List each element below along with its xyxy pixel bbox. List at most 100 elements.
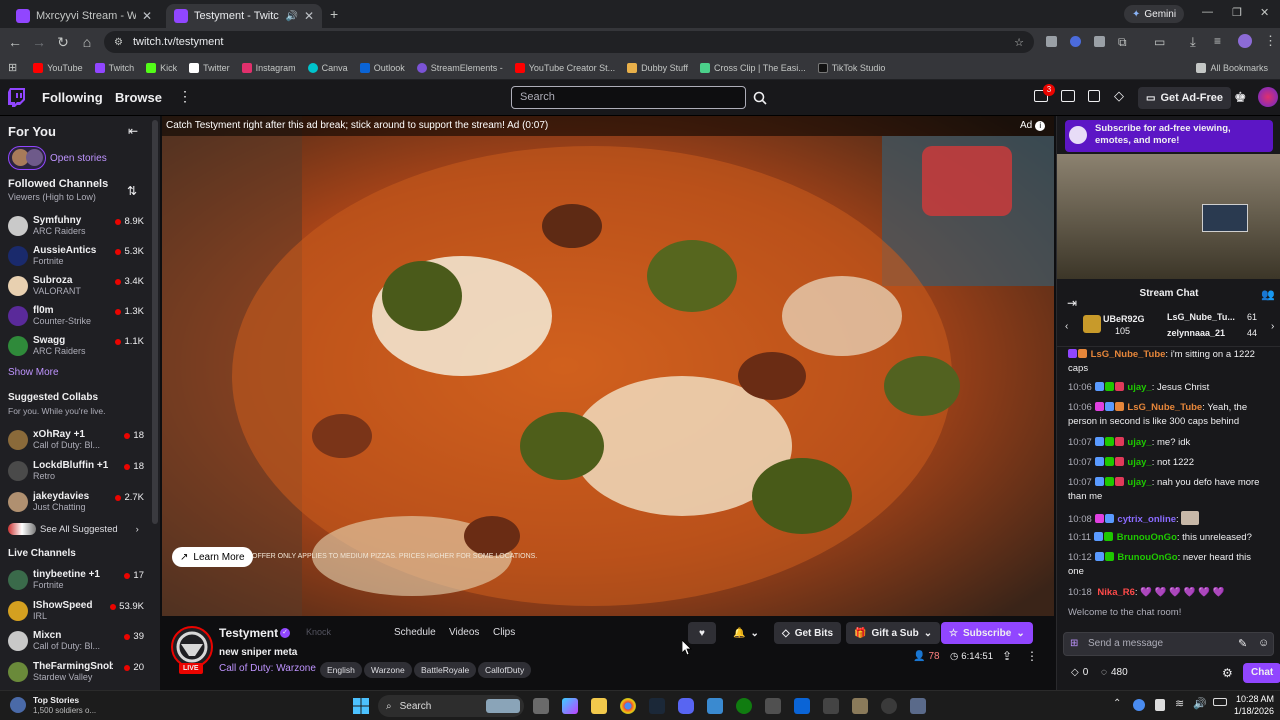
bits-cheer-icon[interactable]: ✎ <box>1238 637 1247 650</box>
browser-tab[interactable]: Mxrcyyvi Stream - Watch Li ✕ <box>8 4 160 28</box>
bookmark-streamelements[interactable]: StreamElements - <box>411 62 509 73</box>
channel-item[interactable]: tinybeetine +1 Fortnite 17 <box>0 566 150 596</box>
sidebar-scrollbar[interactable] <box>152 120 158 524</box>
battery-icon[interactable] <box>1213 698 1227 706</box>
channel-item[interactable]: Symfuhny ARC Raiders 8.9K <box>0 212 150 242</box>
bookmark-youtube[interactable]: YouTube <box>27 62 88 73</box>
bookmark-instagram[interactable]: Instagram <box>236 62 302 73</box>
apps-grid-icon[interactable]: ⊞ <box>8 61 17 74</box>
bookmark-youtube-creator[interactable]: YouTube Creator St... <box>509 62 621 73</box>
bookmark-outlook[interactable]: Outlook <box>354 62 411 73</box>
bookmark-tiktok[interactable]: TikTok Studio <box>812 62 892 73</box>
bookmark-twitter[interactable]: Twitter <box>183 62 236 73</box>
outlook-icon[interactable] <box>794 698 810 714</box>
tray-icon[interactable] <box>1155 699 1165 711</box>
tab-schedule[interactable]: Schedule <box>394 627 436 638</box>
browser-menu-icon[interactable]: ⋮ <box>1264 33 1277 49</box>
tag[interactable]: CallofDuty <box>478 662 532 678</box>
tag[interactable]: English <box>320 662 362 678</box>
follow-heart-button[interactable]: ♥ <box>688 622 716 644</box>
tab-videos[interactable]: Videos <box>449 627 479 638</box>
bookmark-kick[interactable]: Kick <box>140 62 183 73</box>
inbox-icon[interactable] <box>1061 90 1075 102</box>
chrome-icon[interactable] <box>620 698 636 714</box>
search-button[interactable] <box>748 86 772 109</box>
app-icon[interactable] <box>823 698 839 714</box>
tab-clips[interactable]: Clips <box>493 627 515 638</box>
wifi-icon[interactable]: ≋ <box>1175 697 1184 710</box>
browser-tab-active[interactable]: Testyment - Twitch 🔊 ✕ <box>166 4 322 28</box>
news-title[interactable]: Top Stories <box>33 695 79 705</box>
knock-button[interactable]: Knock <box>306 627 331 637</box>
extensions-puzzle-icon[interactable]: ⧉ <box>1118 35 1127 50</box>
channel-item[interactable]: Subroza VALORANT 3.4K <box>0 272 150 302</box>
bookmark-dubby[interactable]: Dubby Stuff <box>621 62 694 73</box>
more-menu-icon[interactable]: ⋮ <box>178 88 192 105</box>
video-player[interactable]: Catch Testyment right after this ad brea… <box>162 116 1054 616</box>
discord-icon[interactable] <box>678 698 694 714</box>
notifications-button[interactable]: 🔔 ⌄ <box>728 622 764 644</box>
xbox-icon[interactable] <box>736 698 752 714</box>
search-input[interactable]: Search <box>511 86 746 109</box>
media-control-icon[interactable]: ≡ <box>1214 34 1221 48</box>
channel-item[interactable]: fl0m Counter-Strike 1.3K <box>0 302 150 332</box>
close-window-icon[interactable]: ✕ <box>1260 6 1269 19</box>
chevron-up-icon[interactable]: ⌃ <box>1113 698 1121 709</box>
chat-send-button[interactable]: Chat <box>1243 663 1280 683</box>
more-options-icon[interactable]: ⋮ <box>1026 649 1038 663</box>
share-icon[interactable]: ⇪ <box>1002 649 1012 663</box>
chat-input[interactable]: ⊞ Send a message ✎ ☺ <box>1063 632 1274 656</box>
channel-item[interactable]: TheFarmingSnob Stardew Valley 20 <box>0 658 150 688</box>
open-stories-link[interactable]: Open stories <box>50 153 107 164</box>
get-ad-free-button[interactable]: ▭ Get Ad-Free <box>1138 87 1231 109</box>
bookmark-twitch[interactable]: Twitch <box>89 62 141 73</box>
file-explorer-icon[interactable] <box>591 698 607 714</box>
news-widget-icon[interactable] <box>10 697 26 713</box>
crown-icon[interactable]: ♚ <box>1234 89 1247 106</box>
volume-icon[interactable]: 🔊 <box>1193 697 1207 710</box>
get-bits-button[interactable]: ◇ Get Bits <box>774 622 842 644</box>
close-tab-icon[interactable]: ✕ <box>142 9 152 23</box>
gift-sub-button[interactable]: 🎁 Gift a Sub ⌄ <box>846 622 941 644</box>
taskbar-search[interactable]: ⌕ Search <box>378 695 524 717</box>
download-icon[interactable]: ⤓ <box>1190 34 1196 50</box>
community-icon[interactable]: 👥 <box>1261 288 1275 301</box>
bits-balance[interactable]: ◇ 0 <box>1071 667 1088 678</box>
all-bookmarks[interactable]: All Bookmarks <box>1190 62 1274 73</box>
minimize-icon[interactable]: — <box>1202 6 1213 18</box>
back-icon[interactable]: ← <box>7 34 23 50</box>
app-icon[interactable] <box>852 698 868 714</box>
forward-icon[interactable]: → <box>31 34 47 50</box>
chat-settings-icon[interactable]: ⚙ <box>1222 666 1233 680</box>
close-tab-icon[interactable]: ✕ <box>304 9 314 23</box>
task-view-icon[interactable] <box>533 698 549 714</box>
home-icon[interactable]: ⌂ <box>79 34 95 50</box>
whispers-icon[interactable] <box>1088 90 1100 102</box>
channel-item[interactable]: xOhRay +1 Call of Duty: Bl... 18 <box>0 426 150 456</box>
url-input[interactable]: ⚙ twitch.tv/testyment ☆ <box>104 31 1034 53</box>
extension-icon[interactable] <box>1070 36 1081 47</box>
maximize-icon[interactable]: ❐ <box>1232 6 1242 19</box>
learn-more-button[interactable]: ↗ Learn More <box>172 547 253 567</box>
stream-preview[interactable] <box>1057 154 1280 279</box>
store-icon[interactable] <box>765 698 781 714</box>
extension-icon[interactable] <box>1046 36 1057 47</box>
tag[interactable]: BattleRoyale <box>414 662 477 678</box>
emote-picker-icon[interactable]: ☺ <box>1258 637 1269 649</box>
channel-avatar[interactable] <box>171 626 213 668</box>
subscribe-button[interactable]: ☆ Subscribe ⌄ <box>941 622 1033 644</box>
new-tab-icon[interactable]: + <box>330 6 338 22</box>
tag[interactable]: Warzone <box>364 662 412 678</box>
tray-icon[interactable] <box>1133 699 1145 711</box>
twitch-logo-icon[interactable] <box>8 88 26 107</box>
bookmark-crossclip[interactable]: Cross Clip | The Easi... <box>694 62 812 73</box>
chevron-left-icon[interactable]: ‹ <box>1065 321 1068 332</box>
chat-identity-icon[interactable]: ⊞ <box>1070 638 1078 649</box>
windows-start-icon[interactable] <box>353 698 369 714</box>
stories-avatars[interactable] <box>8 146 46 170</box>
channel-item[interactable]: IShowSpeed IRL 53.9K <box>0 597 150 627</box>
audio-icon[interactable]: 🔊 <box>285 11 297 22</box>
profile-avatar[interactable] <box>1238 34 1252 48</box>
copilot-icon[interactable] <box>562 698 578 714</box>
sort-icon[interactable]: ⇅ <box>127 184 137 198</box>
